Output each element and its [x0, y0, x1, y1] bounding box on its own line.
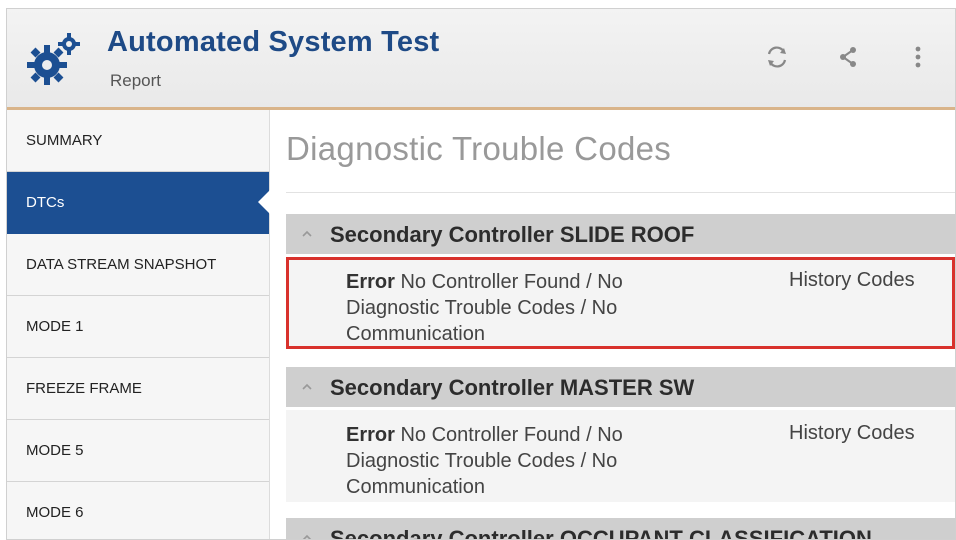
dtc-severity: Error [346, 424, 395, 446]
app-subtitle: Report [110, 71, 162, 90]
app-title: Automated System Test [107, 26, 440, 58]
share-icon [840, 47, 856, 67]
app-header: Automated System Test Report [7, 9, 955, 110]
refresh-icon [767, 46, 787, 68]
sidebar-item-dtcs[interactable]: DTCs [7, 172, 270, 234]
share-button[interactable] [830, 39, 866, 75]
section-header-master-sw[interactable]: Secondary Controller MASTER SW [286, 367, 955, 407]
dtc-row[interactable]: Error No Controller Found / No Diagnosti… [286, 257, 955, 349]
chevron-up-icon [302, 383, 312, 390]
refresh-button[interactable] [759, 39, 795, 75]
section-title: Secondary Controller OCCUPANT CLASSIFICA… [330, 526, 872, 539]
dtc-message: Error No Controller Found / No Diagnosti… [346, 269, 706, 347]
sidebar: SUMMARY DTCs DATA STREAM SNAPSHOT MODE 1… [7, 110, 270, 539]
section-title: Secondary Controller MASTER SW [330, 375, 695, 400]
section-header-occupant-classification[interactable]: Secondary Controller OCCUPANT CLASSIFICA… [286, 518, 955, 539]
main-content: Diagnostic Trouble Codes Secondary Contr… [270, 110, 955, 539]
section-title: Secondary Controller SLIDE ROOF [330, 222, 695, 247]
dtc-type: History Codes [789, 422, 915, 444]
more-vert-icon [915, 46, 921, 68]
sidebar-item-mode-5[interactable]: MODE 5 [7, 420, 269, 482]
dtc-severity: Error [346, 271, 395, 293]
chevron-up-icon [302, 534, 312, 539]
section-header-slide-roof[interactable]: Secondary Controller SLIDE ROOF [286, 214, 955, 254]
sidebar-item-data-stream-snapshot[interactable]: DATA STREAM SNAPSHOT [7, 234, 269, 296]
gears-icon [23, 29, 83, 89]
sidebar-item-mode-1[interactable]: MODE 1 [7, 296, 269, 358]
sidebar-item-mode-6[interactable]: MODE 6 [7, 482, 269, 539]
sidebar-item-freeze-frame[interactable]: FREEZE FRAME [7, 358, 269, 420]
app-window: Automated System Test Report SUMMARY DTC… [6, 8, 956, 540]
title-divider [286, 192, 955, 193]
overflow-menu-button[interactable] [900, 39, 936, 75]
page-title: Diagnostic Trouble Codes [286, 130, 672, 167]
dtc-type: History Codes [789, 269, 915, 291]
sidebar-item-summary[interactable]: SUMMARY [7, 110, 269, 172]
dtc-row[interactable]: Error No Controller Found / No Diagnosti… [286, 410, 955, 502]
dtc-message: Error No Controller Found / No Diagnosti… [346, 422, 706, 500]
chevron-up-icon [302, 230, 312, 237]
